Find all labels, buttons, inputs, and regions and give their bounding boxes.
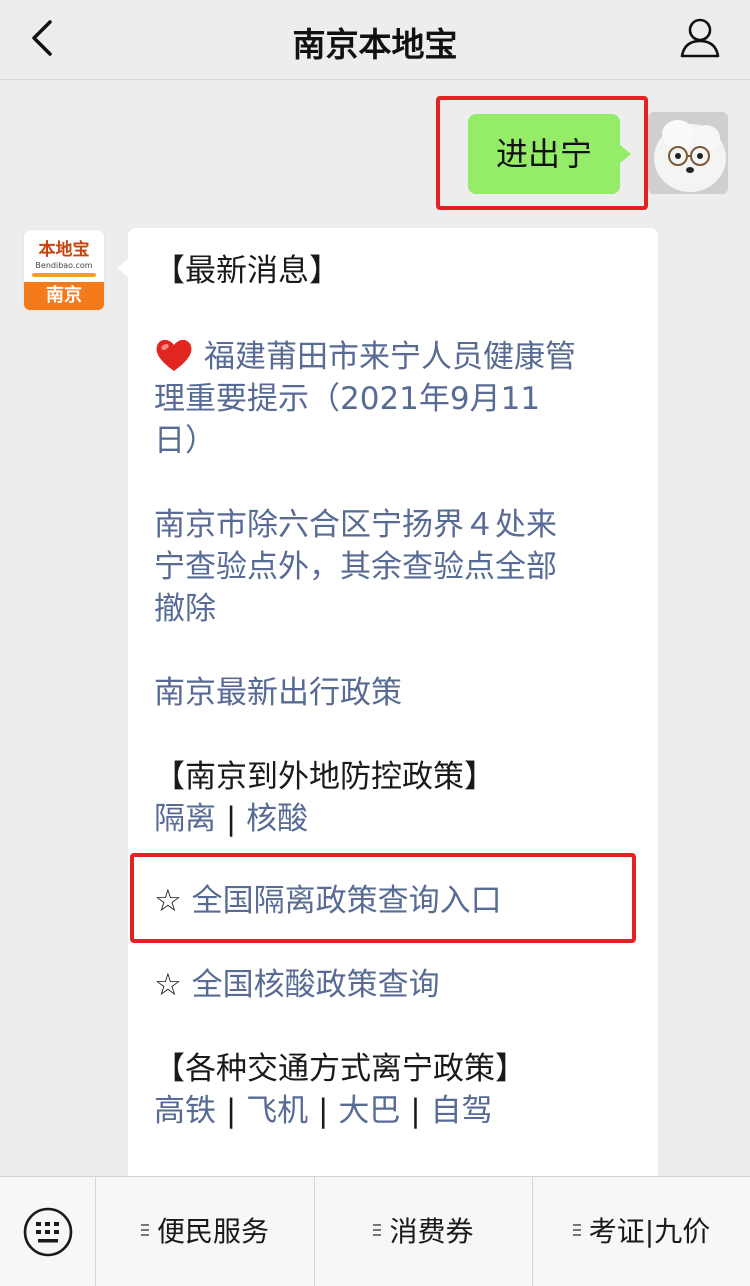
separator: | bbox=[225, 801, 237, 837]
news-item-1-line-1[interactable]: 福建莆田市来宁人员健康管 bbox=[204, 339, 576, 375]
latest-news-heading: 【最新消息】 bbox=[154, 253, 340, 289]
separator: | bbox=[410, 1093, 421, 1129]
menu-item-convenience-services[interactable]: 便民服务 bbox=[96, 1177, 315, 1286]
nucleic-acid-query-link[interactable]: 全国核酸政策查询 bbox=[192, 967, 440, 1003]
star-item-1[interactable]: ☆ 全国隔离政策查询入口 bbox=[154, 880, 502, 922]
menu-lines-icon bbox=[373, 1224, 383, 1238]
star-icon: ☆ bbox=[154, 883, 182, 919]
transport-link-plane[interactable]: 飞机 bbox=[246, 1093, 308, 1129]
user-avatar[interactable] bbox=[648, 112, 728, 194]
news-item-1-line-2[interactable]: 理重要提示（2021年9月11 bbox=[154, 378, 540, 420]
news-item-2-line-2[interactable]: 宁查验点外，其余查验点全部 bbox=[154, 546, 557, 588]
quarantine-link[interactable]: 隔离 bbox=[154, 801, 216, 837]
transport-heading: 【各种交通方式离宁政策】 bbox=[154, 1051, 526, 1087]
news-item-3[interactable]: 南京最新出行政策 bbox=[154, 672, 402, 714]
bot-avatar[interactable]: 本地宝 Bendibao.com 南京 bbox=[24, 230, 104, 310]
sent-bubble-tail bbox=[619, 144, 631, 164]
menu-item-label: 便民服务 bbox=[156, 1215, 269, 1248]
policy-heading: 【南京到外地防控政策】 bbox=[154, 759, 495, 795]
bot-avatar-logo: 本地宝 Bendibao.com bbox=[24, 230, 104, 282]
news-item-2-line-3[interactable]: 撤除 bbox=[154, 588, 216, 630]
menu-item-certificates-hpv[interactable]: 考证|九价 bbox=[533, 1177, 750, 1286]
dog-avatar-image bbox=[648, 112, 728, 194]
policy-links: 隔离 | 核酸 bbox=[154, 798, 308, 840]
nucleic-acid-link[interactable]: 核酸 bbox=[246, 801, 308, 837]
transport-link-self-drive[interactable]: 自驾 bbox=[431, 1093, 493, 1129]
heart-icon bbox=[156, 339, 192, 371]
star-item-2[interactable]: ☆ 全国核酸政策查询 bbox=[154, 964, 440, 1006]
separator: | bbox=[225, 1093, 237, 1129]
keyboard-icon bbox=[23, 1207, 73, 1257]
news-item-2-line-1[interactable]: 南京市除六合区宁扬界４处来 bbox=[154, 504, 557, 546]
quarantine-query-link[interactable]: 全国隔离政策查询入口 bbox=[192, 883, 502, 919]
profile-button[interactable] bbox=[676, 14, 724, 62]
transport-link-high-speed-rail[interactable]: 高铁 bbox=[154, 1093, 216, 1129]
bot-brand: 本地宝 bbox=[38, 240, 90, 260]
separator: | bbox=[318, 1093, 329, 1129]
menu-item-label: 考证|九价 bbox=[588, 1215, 711, 1248]
top-bar: 南京本地宝 bbox=[0, 0, 750, 80]
star-icon: ☆ bbox=[154, 967, 182, 1003]
bot-domain: Bendibao.com bbox=[35, 261, 93, 270]
bottom-menu-bar: 便民服务 消费券 考证|九价 bbox=[0, 1176, 750, 1286]
page-title: 南京本地宝 bbox=[292, 25, 458, 64]
menu-lines-icon bbox=[140, 1224, 151, 1238]
menu-item-consumer-vouchers[interactable]: 消费券 bbox=[315, 1177, 533, 1286]
news-item-1[interactable]: 福建莆田市来宁人员健康管 bbox=[154, 336, 576, 378]
menu-lines-icon bbox=[572, 1224, 583, 1238]
transport-link-bus[interactable]: 大巴 bbox=[338, 1093, 400, 1129]
bot-city: 南京 bbox=[24, 282, 104, 310]
logo-underline bbox=[32, 273, 96, 277]
keyboard-toggle-button[interactable] bbox=[0, 1177, 96, 1286]
reply-bubble-tail bbox=[117, 258, 129, 278]
news-item-1-line-3[interactable]: 日） bbox=[154, 420, 216, 462]
profile-icon bbox=[680, 18, 720, 58]
menu-item-label: 消费券 bbox=[389, 1215, 474, 1248]
sent-message-bubble[interactable]: 进出宁 bbox=[468, 114, 620, 194]
transport-links: 高铁 | 飞机 | 大巴 | 自驾 bbox=[154, 1090, 493, 1132]
